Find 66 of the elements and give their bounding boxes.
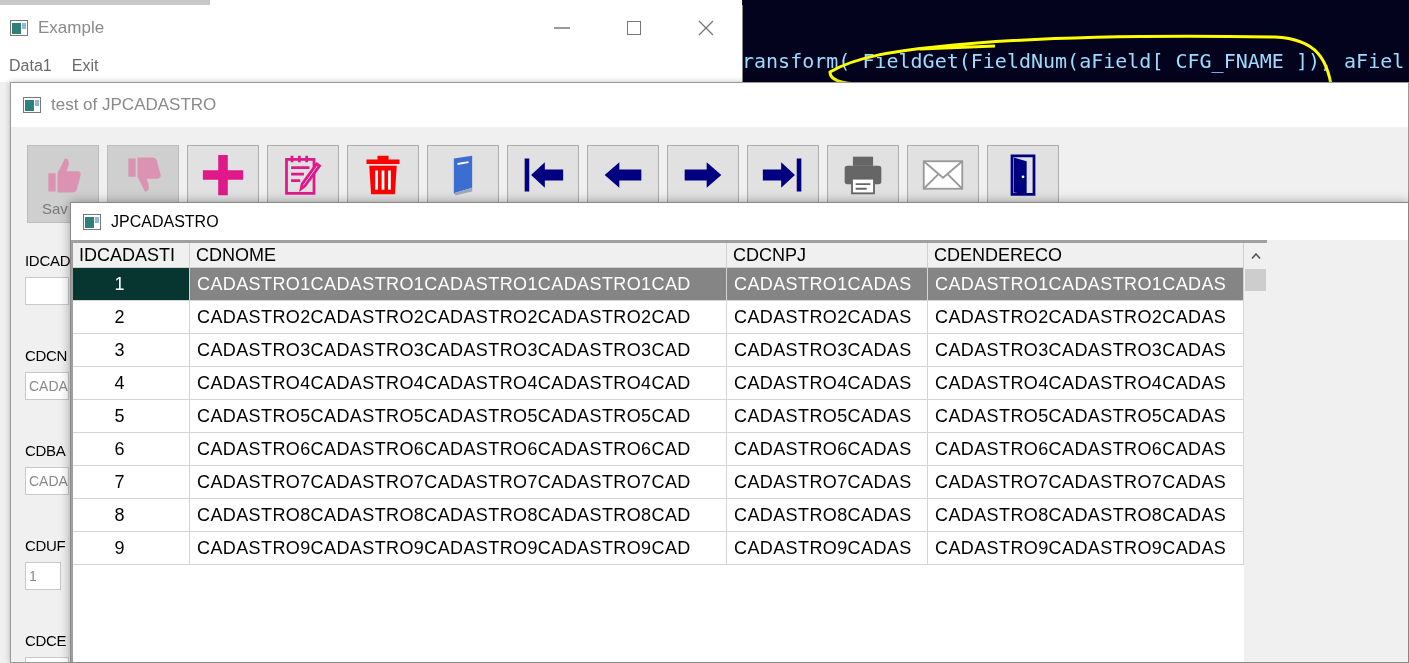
app-icon [23, 97, 41, 113]
field-label: CDCE [25, 631, 67, 651]
table-cell: CADASTRO6CADASTRO6CADASTRO6CADASTRO6CAD [190, 433, 727, 466]
table-cell: CADASTRO1CADAS [727, 268, 928, 301]
toolbar-button[interactable] [507, 145, 579, 203]
table-cell: CADASTRO7CADASTRO7CADASTRO7CADASTRO7CAD [190, 466, 727, 499]
table-cell: CADASTRO4CADASTRO4CADAS [928, 367, 1244, 400]
maximize-icon [626, 19, 642, 36]
table-cell: 6 [73, 433, 190, 466]
input-field[interactable] [25, 277, 69, 305]
window-title: Example [38, 16, 105, 39]
input-field[interactable]: CADA [25, 467, 69, 495]
table-cell: CADASTRO2CADASTRO2CADAS [928, 301, 1244, 334]
scrollbar-thumb[interactable] [1245, 269, 1266, 291]
field-label: CDUF [25, 536, 66, 556]
table-cell: CADASTRO1CADASTRO1CADASTRO1CADASTRO1CAD [190, 268, 727, 301]
close-icon [697, 18, 715, 37]
table-cell: 9 [73, 532, 190, 565]
table-cell: CADASTRO6CADAS [727, 433, 928, 466]
table-cell: CADASTRO9CADASTRO9CADAS [928, 532, 1244, 565]
table-cell: 7 [73, 466, 190, 499]
table-cell: 3 [73, 334, 190, 367]
field-label: IDCAD [25, 251, 71, 271]
field-label: CDCN [25, 346, 68, 366]
app-icon [10, 19, 28, 36]
input-field[interactable]: 1 [25, 562, 61, 590]
toolbar-button[interactable] [827, 145, 899, 203]
plus-icon [200, 152, 246, 198]
window-title: test of JPCADASTRO [51, 94, 217, 117]
table-cell: CADASTRO6CADASTRO6CADAS [928, 433, 1244, 466]
toolbar-button[interactable] [667, 145, 739, 203]
table-cell: CADASTRO3CADASTRO3CADAS [928, 334, 1244, 367]
table-cell: CADASTRO3CADAS [727, 334, 928, 367]
table-cell: 2 [73, 301, 190, 334]
table-cell: CADASTRO7CADAS [727, 466, 928, 499]
table-cell: 5 [73, 400, 190, 433]
menu-item[interactable]: Data1 [9, 54, 52, 78]
table-cell: 1 [73, 268, 190, 301]
table-cell: CADASTRO4CADAS [727, 367, 928, 400]
table-cell: CADASTRO5CADASTRO5CADAS [928, 400, 1244, 433]
toolbar-button[interactable] [987, 145, 1059, 203]
table-cell: 8 [73, 499, 190, 532]
app-icon [83, 213, 101, 230]
window-title: JPCADASTRO [111, 211, 219, 232]
table-cell: 4 [73, 367, 190, 400]
scrollbar[interactable] [1244, 243, 1267, 662]
scroll-up-icon [1250, 252, 1261, 259]
table-cell: CADASTRO5CADASTRO5CADASTRO5CADASTRO5CAD [190, 400, 727, 433]
table-cell: CADASTRO2CADAS [727, 301, 928, 334]
table-cell: CADASTRO8CADASTRO8CADAS [928, 499, 1244, 532]
input-field[interactable]: CADA [25, 372, 69, 400]
table-cell: CADASTRO8CADAS [727, 499, 928, 532]
table-cell: CADASTRO7CADASTRO7CADAS [928, 466, 1244, 499]
field-label: CDBA [25, 441, 66, 461]
table-cell: CADASTRO9CADASTRO9CADASTRO9CADASTRO9CAD [190, 532, 727, 565]
minimize-icon [554, 26, 570, 29]
table-cell: CADASTRO8CADASTRO8CADASTRO8CADASTRO8CAD [190, 499, 727, 532]
toolbar-button[interactable] [587, 145, 659, 203]
table-cell: CADASTRO5CADAS [727, 400, 928, 433]
table-cell: CADASTRO9CADAS [727, 532, 928, 565]
table-cell: CADASTRO2CADASTRO2CADASTRO2CADASTRO2CAD [190, 301, 727, 334]
table-cell: CADASTRO3CADASTRO3CADASTRO3CADASTRO3CAD [190, 334, 727, 367]
menu-item[interactable]: Exit [71, 54, 99, 78]
table-cell: CADASTRO4CADASTRO4CADASTRO4CADASTRO4CAD [190, 367, 727, 400]
toolbar-button[interactable] [747, 145, 819, 203]
table-cell: CADASTRO1CADASTRO1CADAS [928, 268, 1244, 301]
